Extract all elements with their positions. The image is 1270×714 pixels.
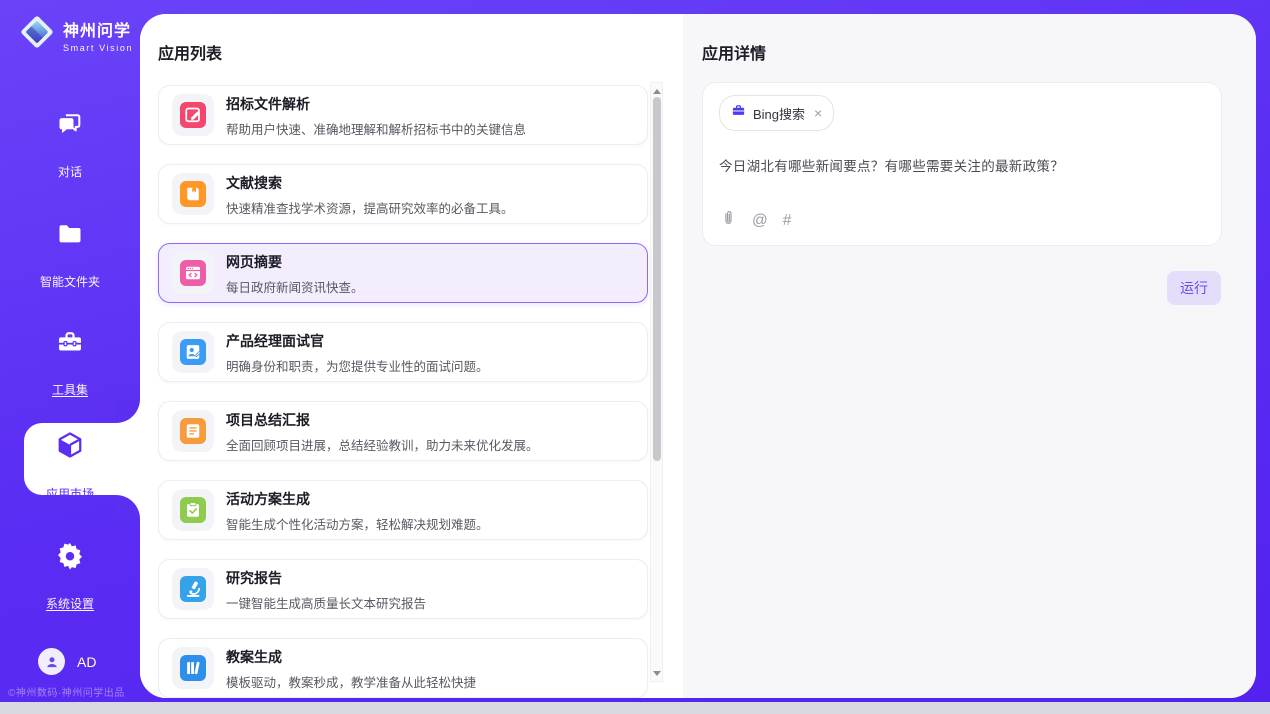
app-detail-title: 应用详情 <box>702 40 766 64</box>
app-card-title: 招标文件解析 <box>226 94 526 114</box>
cube-icon <box>0 430 140 460</box>
brand-logo: 神州问学 Smart Vision <box>18 13 133 56</box>
app-detail-panel: 应用详情 Bing搜索 × 今日湖北有哪些新闻要点？有哪些需要关注的最新政策？ … <box>683 14 1256 698</box>
app-card-title: 文献搜索 <box>226 173 514 193</box>
app-card-list: 招标文件解析 帮助用户快速、准确地理解和解析招标书中的关键信息 文献搜索 快速精… <box>158 85 650 698</box>
clipboard-check-icon <box>172 489 214 531</box>
scroll-up-icon[interactable] <box>651 85 662 97</box>
app-card-desc: 智能生成个性化活动方案，轻松解决规划难题。 <box>226 514 489 533</box>
sidebar-item-app-market[interactable]: 应用市场 <box>0 430 140 503</box>
sidebar-item-label: 系统设置 <box>46 595 94 612</box>
app-card-pm-interviewer[interactable]: 产品经理面试官 明确身份和职责，为您提供专业性的面试问题。 <box>158 322 648 382</box>
avatar <box>38 648 65 675</box>
list-scrollbar[interactable] <box>650 82 663 682</box>
app-card-desc: 明确身份和职责，为您提供专业性的面试问题。 <box>226 356 489 375</box>
user-account[interactable]: AD <box>38 648 96 675</box>
sidebar-item-label: 工具集 <box>52 381 88 398</box>
sidebar-item-settings[interactable]: 系统设置 <box>0 540 140 613</box>
app-card-desc: 一键智能生成高质量长文本研究报告 <box>226 593 426 612</box>
brand-tagline: Smart Vision <box>63 43 133 53</box>
paperclip-icon[interactable] <box>720 210 737 232</box>
copyright-text: ©神州数码·神州问学出品 <box>8 684 142 699</box>
app-card-web-summary[interactable]: 网页摘要 每日政府新闻资讯快查。 <box>158 243 648 303</box>
hash-icon[interactable]: # <box>783 212 792 230</box>
query-text[interactable]: 今日湖北有哪些新闻要点？有哪些需要关注的最新政策？ <box>719 155 1205 175</box>
app-list-panel: 应用列表 招标文件解析 帮助用户快速、准确地理解和解析招标书中的关键信息 <box>140 14 683 698</box>
interviewer-doc-icon <box>172 331 214 373</box>
brand-diamond-icon <box>18 13 56 56</box>
app-card-title: 活动方案生成 <box>226 489 489 509</box>
app-card-research-report[interactable]: 研究报告 一键智能生成高质量长文本研究报告 <box>158 559 648 619</box>
composer-toolbar: @ # <box>720 210 791 232</box>
summary-note-icon <box>172 410 214 452</box>
sidebar-item-toolset[interactable]: 工具集 <box>0 328 140 399</box>
briefcase-icon <box>731 103 746 123</box>
microscope-icon <box>172 568 214 610</box>
app-list-title: 应用列表 <box>158 40 222 64</box>
books-icon <box>172 647 214 689</box>
app-window: 神州问学 Smart Vision 对话 智能文件夹 <box>0 0 1270 714</box>
gear-icon <box>0 540 140 570</box>
app-card-desc: 全面回顾项目进展，总结经验教训，助力未来优化发展。 <box>226 435 539 454</box>
chat-icon <box>0 110 140 138</box>
app-card-project-summary[interactable]: 项目总结汇报 全面回顾项目进展，总结经验教训，助力未来优化发展。 <box>158 401 648 461</box>
tool-tag-bing-search[interactable]: Bing搜索 × <box>719 95 834 131</box>
scrollbar-thumb[interactable] <box>653 97 661 461</box>
app-card-desc: 帮助用户快速、准确地理解和解析招标书中的关键信息 <box>226 119 526 138</box>
app-card-desc: 模板驱动，教案秒成，教学准备从此轻松快捷 <box>226 672 476 691</box>
at-icon[interactable]: @ <box>752 212 768 230</box>
user-initials: AD <box>77 654 96 670</box>
sidebar-item-label: 对话 <box>58 163 82 180</box>
app-card-bid-parse[interactable]: 招标文件解析 帮助用户快速、准确地理解和解析招标书中的关键信息 <box>158 85 648 145</box>
scroll-down-icon[interactable] <box>651 667 662 679</box>
book-icon <box>172 173 214 215</box>
sidebar-item-label: 应用市场 <box>46 485 94 502</box>
app-card-desc: 每日政府新闻资讯快查。 <box>226 277 364 296</box>
sidebar-item-smart-folder[interactable]: 智能文件夹 <box>0 220 140 291</box>
toolbox-icon <box>0 328 140 356</box>
app-card-title: 项目总结汇报 <box>226 410 539 430</box>
app-card-desc: 快速精准查找学术资源，提高研究效率的必备工具。 <box>226 198 514 217</box>
app-card-event-plan[interactable]: 活动方案生成 智能生成个性化活动方案，轻松解决规划难题。 <box>158 480 648 540</box>
app-card-title: 研究报告 <box>226 568 426 588</box>
prompt-editor-card[interactable]: Bing搜索 × 今日湖北有哪些新闻要点？有哪些需要关注的最新政策？ @ # <box>702 82 1222 246</box>
tool-tag-label: Bing搜索 <box>753 104 805 123</box>
app-card-literature-search[interactable]: 文献搜索 快速精准查找学术资源，提高研究效率的必备工具。 <box>158 164 648 224</box>
sidebar-item-chat[interactable]: 对话 <box>0 110 140 181</box>
app-card-lesson-plan[interactable]: 教案生成 模板驱动，教案秒成，教学准备从此轻松快捷 <box>158 638 648 698</box>
run-button[interactable]: 运行 <box>1167 271 1221 305</box>
tag-close-icon[interactable]: × <box>814 106 822 120</box>
active-nav-fillet-top <box>116 399 140 423</box>
sidebar: 神州问学 Smart Vision 对话 智能文件夹 <box>0 0 140 702</box>
sidebar-item-label: 智能文件夹 <box>40 273 100 290</box>
app-card-title: 网页摘要 <box>226 252 364 272</box>
app-card-title: 产品经理面试官 <box>226 331 489 351</box>
app-card-title: 教案生成 <box>226 647 476 667</box>
folder-icon <box>0 220 140 248</box>
main-content: 应用列表 招标文件解析 帮助用户快速、准确地理解和解析招标书中的关键信息 <box>140 14 1256 698</box>
edit-doc-icon <box>172 94 214 136</box>
brand-name: 神州问学 <box>63 17 133 41</box>
webpage-code-icon <box>172 252 214 294</box>
